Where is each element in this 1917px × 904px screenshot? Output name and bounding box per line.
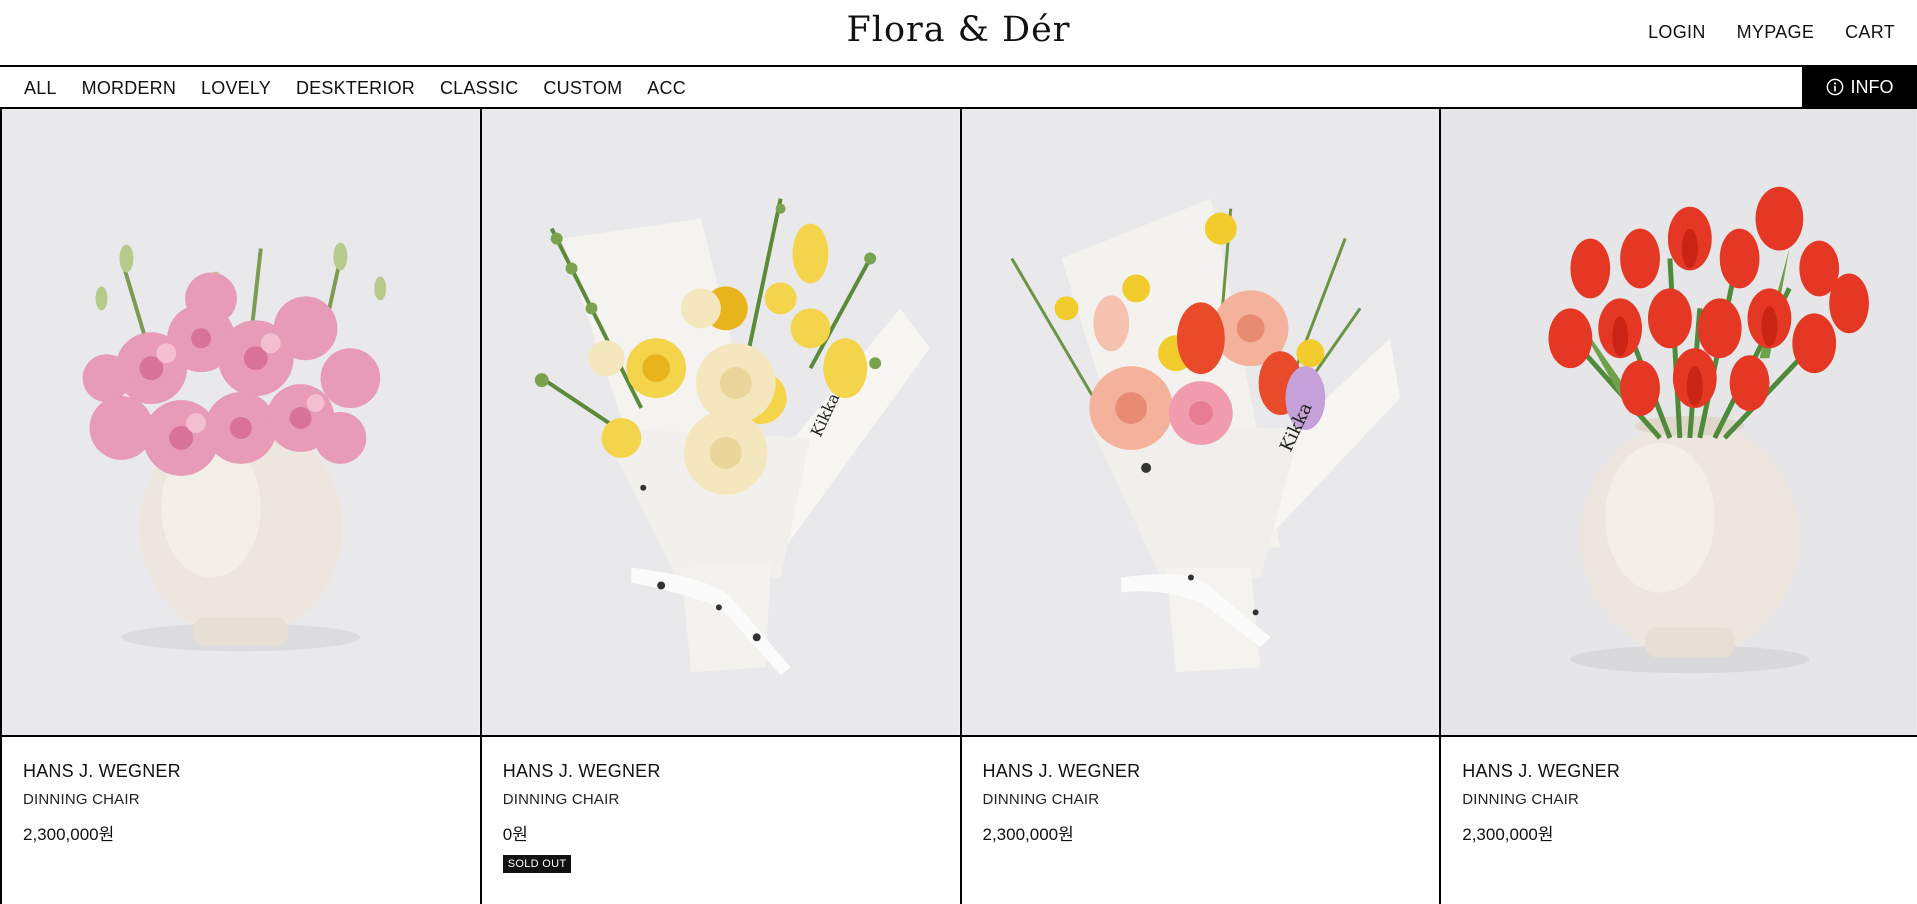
info-button-label: INFO <box>1850 76 1894 97</box>
product-price: 2,300,000원 <box>23 825 115 844</box>
site-header: Flora & Dér LOGIN MYPAGE CART <box>0 0 1917 67</box>
product-info: HANS J. WEGNER DINNING CHAIR 2,300,000원 <box>983 761 1141 845</box>
product-image[interactable] <box>2 109 480 737</box>
category-deskterior[interactable]: DESKTERIOR <box>296 78 415 99</box>
product-name[interactable]: DINNING CHAIR <box>23 791 181 808</box>
product-card[interactable]: Kikka HANS J. WEGNER DINNING CHAIR 2,300… <box>959 109 1440 904</box>
mypage-link[interactable]: MYPAGE <box>1737 22 1814 43</box>
product-name[interactable]: DINNING CHAIR <box>1462 791 1620 808</box>
yellow-bouquet-photo: Kikka <box>481 109 960 735</box>
product-image[interactable]: Kikka <box>481 109 960 737</box>
peach-bouquet-photo: Kikka <box>961 109 1440 735</box>
cart-link[interactable]: CART <box>1845 22 1895 43</box>
product-info: HANS J. WEGNER DINNING CHAIR 2,300,000원 <box>1462 761 1620 845</box>
product-info: HANS J. WEGNER DINNING CHAIR 2,300,000원 <box>23 761 181 845</box>
product-card[interactable]: Kikka HANS J. WEGNER DINNING CHAIR 0원 SO… <box>479 109 960 904</box>
site-logo[interactable]: Flora & Dér <box>0 10 1917 50</box>
product-brand[interactable]: HANS J. WEGNER <box>983 761 1141 782</box>
top-nav: LOGIN MYPAGE CART <box>1648 22 1895 43</box>
product-brand[interactable]: HANS J. WEGNER <box>23 761 181 782</box>
product-grid: HANS J. WEGNER DINNING CHAIR 2,300,000원 <box>0 109 1917 904</box>
category-lovely[interactable]: LOVELY <box>201 78 271 99</box>
info-button[interactable]: INFO <box>1802 67 1917 107</box>
product-image[interactable]: Kikka <box>961 109 1440 737</box>
category-acc[interactable]: ACC <box>647 78 686 99</box>
product-brand[interactable]: HANS J. WEGNER <box>1462 761 1620 782</box>
category-all[interactable]: ALL <box>24 78 57 99</box>
product-card[interactable]: HANS J. WEGNER DINNING CHAIR 2,300,000원 <box>0 109 480 904</box>
category-custom[interactable]: CUSTOM <box>543 78 622 99</box>
category-nav: ALL MORDERN LOVELY DESKTERIOR CLASSIC CU… <box>24 78 686 99</box>
product-name[interactable]: DINNING CHAIR <box>503 791 661 808</box>
product-name[interactable]: DINNING CHAIR <box>983 791 1141 808</box>
info-icon <box>1826 78 1843 96</box>
product-info: HANS J. WEGNER DINNING CHAIR 0원 SOLD OUT <box>502 761 661 873</box>
product-price: 2,300,000원 <box>982 825 1074 844</box>
product-card[interactable]: HANS J. WEGNER DINNING CHAIR 2,300,000원 <box>1439 109 1917 904</box>
login-link[interactable]: LOGIN <box>1648 22 1706 43</box>
product-brand[interactable]: HANS J. WEGNER <box>503 761 661 782</box>
product-price: 2,300,000원 <box>1462 825 1554 844</box>
category-bar: ALL MORDERN LOVELY DESKTERIOR CLASSIC CU… <box>0 67 1917 109</box>
category-mordern[interactable]: MORDERN <box>82 78 176 99</box>
red-tulips-photo <box>1441 109 1917 735</box>
product-price: 0원 <box>502 825 528 844</box>
sold-out-badge: SOLD OUT <box>502 855 572 873</box>
pink-vase-photo <box>2 109 480 735</box>
category-classic[interactable]: CLASSIC <box>440 78 518 99</box>
product-image[interactable] <box>1441 109 1917 737</box>
